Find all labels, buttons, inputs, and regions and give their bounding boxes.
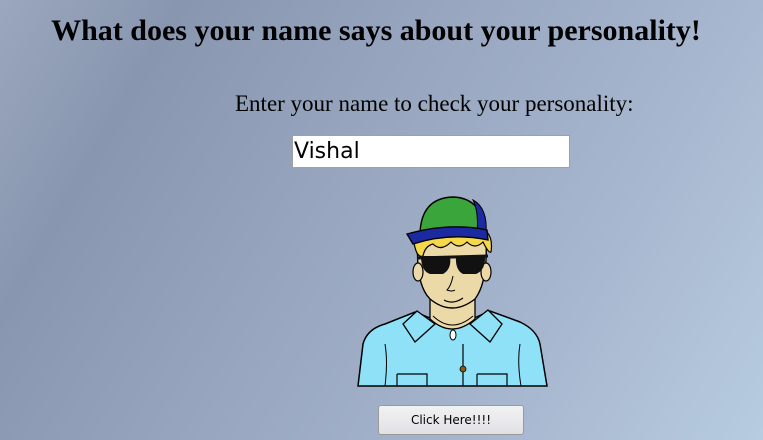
check-personality-button[interactable]: Click Here!!!! xyxy=(378,405,524,435)
page-title: What does your name says about your pers… xyxy=(51,14,701,47)
avatar-illustration xyxy=(357,196,548,387)
name-prompt-label: Enter your name to check your personalit… xyxy=(235,91,634,116)
name-input[interactable] xyxy=(292,135,570,168)
